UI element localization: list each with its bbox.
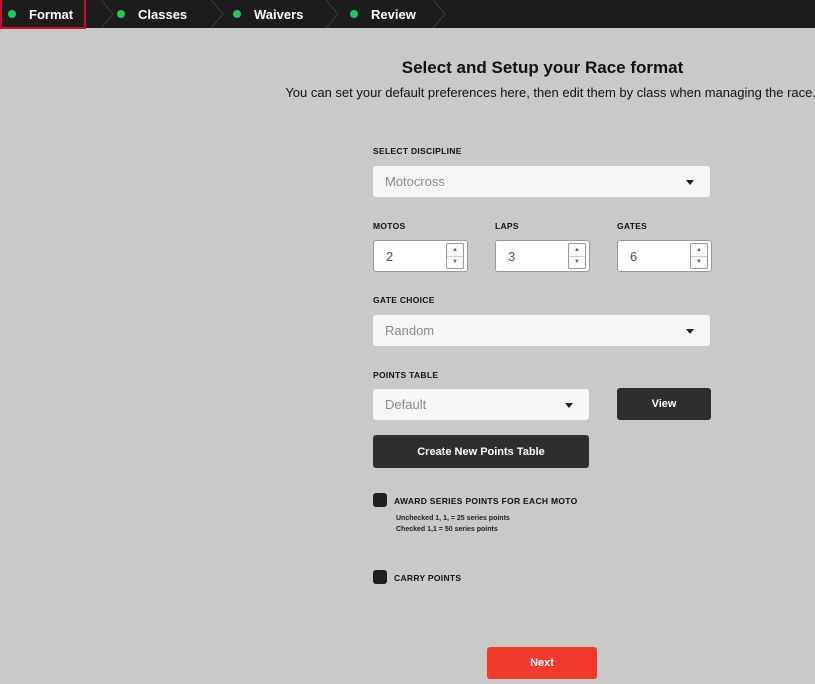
decrement-icon[interactable]: ▼ [691,256,707,268]
award-series-note-1: Unchecked 1, 1, = 25 series points [396,515,510,522]
create-points-table-button[interactable]: Create New Points Table [373,435,589,468]
status-dot-icon [117,10,125,18]
chevron-down-icon [686,328,694,334]
page-title: Select and Setup your Race format [401,58,684,77]
laps-spinner[interactable]: ▲ ▼ [568,243,586,269]
discipline-value: Motocross [385,174,445,189]
laps-label: LAPS [495,221,519,231]
motos-spinner[interactable]: ▲ ▼ [446,243,464,269]
decrement-icon[interactable]: ▼ [447,256,463,268]
chevron-down-icon [565,402,573,408]
chevron-separator-icon [432,0,446,28]
motos-stepper[interactable]: 2 ▲ ▼ [373,240,468,272]
motos-label: MOTOS [373,221,406,231]
chevron-down-icon [686,179,694,185]
award-series-note-2: Checked 1,1 = 50 series points [396,526,498,533]
status-dot-icon [233,10,241,18]
step-classes-label: Classes [138,6,188,22]
gates-value: 6 [630,249,638,264]
gate-choice-select[interactable]: Random [373,315,710,346]
chevron-separator-icon [325,0,339,28]
laps-value: 3 [508,249,516,264]
chevron-separator-icon [210,0,224,28]
step-waivers-label: Waivers [254,6,304,22]
page-subtitle: You can set your default preferences her… [285,85,815,100]
step-review[interactable]: Review [350,0,416,28]
points-table-value: Default [385,397,427,412]
view-button[interactable]: View [617,388,711,420]
step-waivers[interactable]: Waivers [233,0,303,28]
step-review-label: Review [371,6,416,22]
gate-choice-label: GATE CHOICE [373,295,435,305]
discipline-label: SELECT DISCIPLINE [373,146,462,156]
step-classes[interactable]: Classes [117,0,187,28]
status-dot-icon [350,10,358,18]
gate-choice-value: Random [385,323,435,338]
gates-stepper[interactable]: 6 ▲ ▼ [617,240,712,272]
award-series-checkbox[interactable] [373,493,387,507]
active-step-highlight [0,0,86,29]
decrement-icon[interactable]: ▼ [569,256,585,268]
award-series-label: AWARD SERIES POINTS FOR EACH MOTO [394,496,578,506]
next-button[interactable]: Next [487,647,597,679]
motos-value: 2 [386,249,394,264]
discipline-select[interactable]: Motocross [373,166,710,197]
laps-stepper[interactable]: 3 ▲ ▼ [495,240,590,272]
chevron-separator-icon [100,0,114,28]
carry-points-label: CARRY POINTS [394,573,462,583]
carry-points-checkbox[interactable] [373,570,387,584]
gates-spinner[interactable]: ▲ ▼ [690,243,708,269]
points-table-select[interactable]: Default [373,389,589,420]
points-table-label: POINTS TABLE [373,370,439,380]
gates-label: GATES [617,221,648,231]
step-bar: Format Classes Waivers Review [0,0,815,29]
